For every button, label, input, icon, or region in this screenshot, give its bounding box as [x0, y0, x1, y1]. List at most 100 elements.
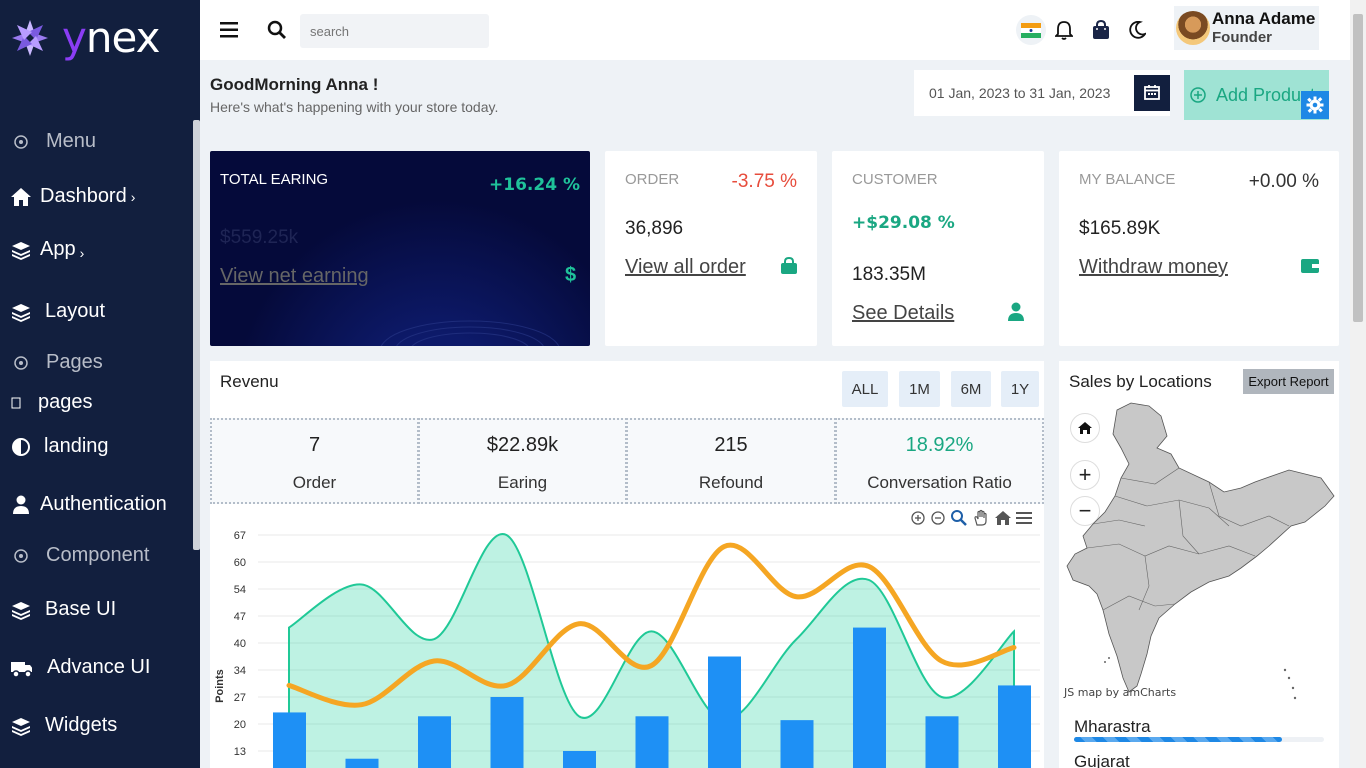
sidebar-item-authentication[interactable]: Authentication: [10, 493, 167, 516]
y-axis-title: Points: [214, 669, 226, 703]
avatar: [1176, 11, 1210, 45]
sidebar-item-app[interactable]: App ›: [10, 238, 84, 261]
range-1y-button[interactable]: 1Y: [1001, 371, 1039, 407]
greeting-title: GoodMorning Anna !: [210, 75, 379, 94]
card-value: $165.89K: [1079, 218, 1161, 239]
bar-mark[interactable]: [273, 712, 306, 768]
bar-mark[interactable]: [345, 758, 379, 768]
settings-gear-button[interactable]: [1301, 91, 1329, 119]
card-label: CUSTOMER: [852, 171, 938, 188]
half-circle-icon: [10, 436, 32, 458]
sidebar-item-widgets[interactable]: Widgets: [10, 714, 117, 737]
search-input[interactable]: [300, 14, 489, 48]
chevron-right-icon: ›: [130, 188, 136, 205]
calendar-icon: [1144, 84, 1160, 103]
circle-dot-icon: [10, 131, 32, 153]
circle-dot-icon: [10, 352, 32, 374]
sidebar-item-pages[interactable]: pages: [10, 391, 93, 414]
sidebar-item-landing[interactable]: landing: [10, 435, 109, 458]
y-tick-label: 60: [234, 557, 246, 569]
bell-icon[interactable]: [1052, 18, 1076, 42]
home-icon: [10, 186, 32, 208]
sales-by-locations-panel: Sales by Locations Export Report + − JS …: [1059, 361, 1339, 768]
sidebar-scrollbar[interactable]: [193, 120, 200, 550]
greeting-subtitle: Here's what's happening with your store …: [210, 99, 499, 115]
card-balance: MY BALANCE +0.00 % $165.89K Withdraw mon…: [1059, 151, 1339, 346]
card-percent: +16.24 %: [489, 175, 580, 195]
menu-icon[interactable]: [218, 18, 242, 42]
layers-icon: [10, 599, 32, 621]
date-range-picker[interactable]: 01 Jan, 2023 to 31 Jan, 2023: [914, 70, 1170, 116]
view-all-order-link[interactable]: View all order: [625, 256, 746, 279]
sidebar-item-dashboard[interactable]: Dashbord ›: [10, 185, 135, 208]
bag-icon: [780, 256, 800, 277]
user-icon: [1007, 302, 1027, 322]
wallet-icon: [1300, 257, 1320, 277]
card-customer: CUSTOMER +$29.08 % 183.35M See Details: [832, 151, 1044, 346]
bar-mark[interactable]: [490, 697, 524, 768]
stat-order: 7 Order: [210, 418, 419, 504]
user-name: Anna Adame: [1212, 9, 1316, 28]
page-scrollbar[interactable]: [1350, 0, 1366, 768]
y-tick-label: 40: [234, 638, 246, 650]
stat-conversion: 18.92% Conversation Ratio: [835, 418, 1044, 504]
y-tick-label: 20: [234, 719, 246, 731]
bar-mark[interactable]: [418, 716, 451, 768]
card-label: MY BALANCE: [1079, 171, 1176, 188]
bar-mark[interactable]: [708, 656, 741, 768]
stat-earning: $22.89k Earing: [418, 418, 627, 504]
stat-refund: 215 Refound: [626, 418, 836, 504]
card-value: 36,896: [625, 218, 684, 239]
card-percent: +0.00 %: [1248, 171, 1319, 192]
layers-icon: [10, 239, 32, 261]
user-role: Founder: [1212, 29, 1272, 46]
map-credit: JS map by amCharts: [1064, 686, 1177, 699]
bar-mark[interactable]: [635, 716, 669, 768]
y-tick-label: 34: [234, 665, 246, 677]
card-label: TOTAL EARING: [220, 171, 329, 188]
range-1m-button[interactable]: 1M: [899, 371, 940, 407]
revenue-title: Revenu: [220, 372, 279, 391]
location-progress-bar: [1074, 737, 1324, 742]
sidebar-item-layout[interactable]: Layout: [10, 300, 105, 323]
brand-logo[interactable]: ynex: [10, 17, 160, 59]
layers-icon: [10, 715, 32, 737]
bar-mark[interactable]: [780, 720, 814, 768]
see-details-link[interactable]: See Details: [852, 302, 954, 325]
moon-icon[interactable]: [1125, 18, 1149, 42]
layers-icon: [10, 301, 32, 323]
india-map[interactable]: [1059, 396, 1339, 716]
sidebar-item-base-ui[interactable]: Base UI: [10, 598, 116, 621]
bag-icon[interactable]: [1089, 18, 1113, 42]
circle-dot-icon: [10, 545, 32, 567]
bar-mark[interactable]: [998, 685, 1031, 768]
india-flag-icon[interactable]: [1016, 15, 1046, 45]
calendar-button[interactable]: [1134, 75, 1170, 111]
bar-mark[interactable]: [563, 751, 596, 768]
gear-icon: [1306, 96, 1324, 114]
revenue-chart[interactable]: 13 20 27 34 40 47 54 60 67 Points: [210, 521, 1044, 768]
y-tick-label: 27: [234, 692, 246, 704]
search-icon[interactable]: [265, 18, 289, 42]
y-tick-label: 67: [234, 530, 246, 542]
card-label: ORDER: [625, 171, 680, 188]
range-6m-button[interactable]: 6M: [951, 371, 991, 407]
card-order: ORDER -3.75 % 36,896 View all order: [605, 151, 817, 346]
export-report-button[interactable]: Export Report: [1243, 369, 1334, 394]
sales-title: Sales by Locations: [1069, 372, 1212, 391]
range-all-button[interactable]: ALL: [842, 371, 888, 407]
square-icon: [10, 392, 22, 414]
y-tick-label: 54: [234, 584, 246, 596]
withdraw-money-link[interactable]: Withdraw money: [1079, 256, 1228, 279]
y-tick-label: 47: [234, 611, 246, 623]
scrollbar-thumb[interactable]: [1353, 14, 1363, 322]
y-tick-label: 13: [234, 746, 246, 758]
sidebar: ynex Menu Dashbord › App › Layout Pages pa…: [0, 0, 200, 768]
sidebar-item-advance-ui[interactable]: Advance UI: [10, 656, 150, 679]
sidebar-header-pages: Pages: [10, 351, 103, 374]
revenue-panel: Revenu ALL 1M 6M 1Y 7 Order $22.89k Eari…: [210, 361, 1044, 768]
bar-mark[interactable]: [853, 627, 886, 768]
bar-mark[interactable]: [925, 716, 959, 768]
view-net-earning-link[interactable]: View net earning: [220, 265, 369, 288]
user-profile[interactable]: Anna Adame Founder: [1174, 6, 1319, 50]
